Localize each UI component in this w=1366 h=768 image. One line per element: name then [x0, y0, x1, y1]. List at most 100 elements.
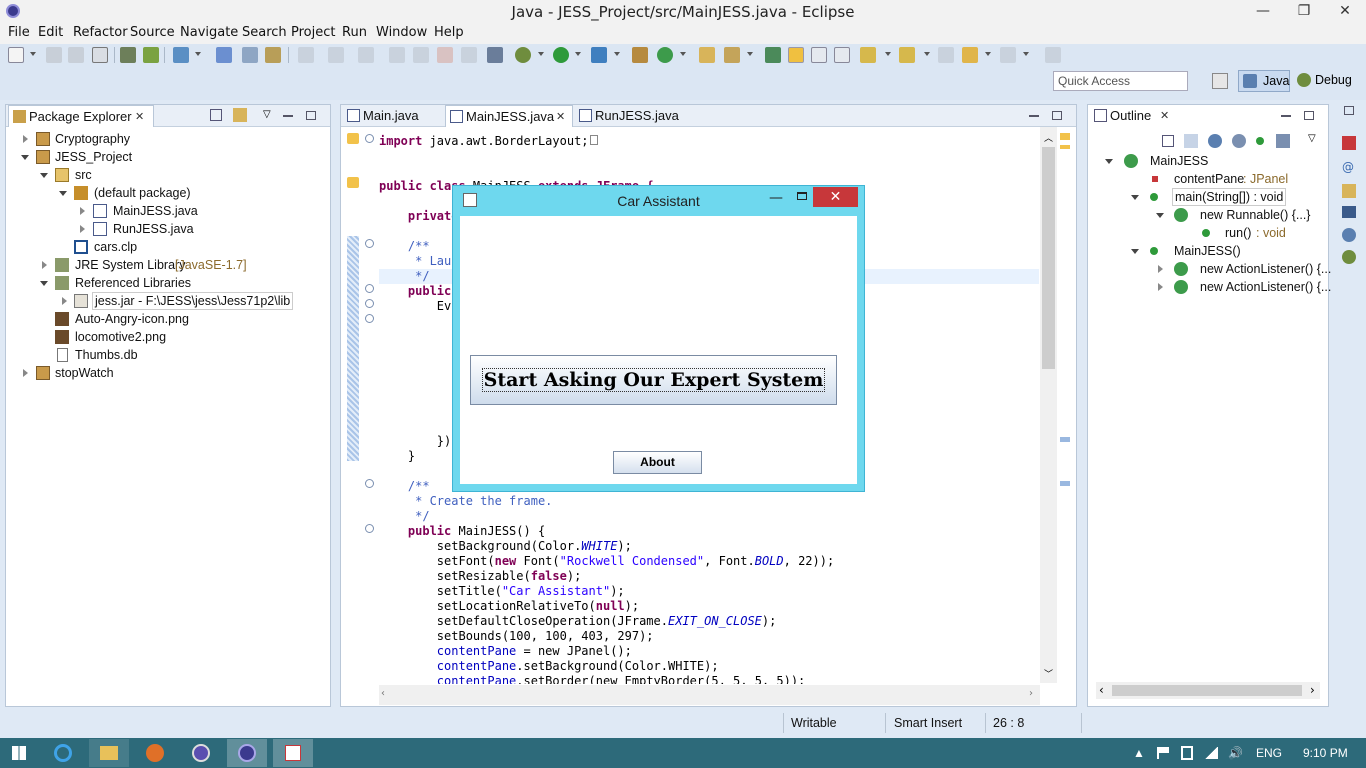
expand-icon[interactable]	[23, 369, 28, 377]
run-dropdown-icon[interactable]	[575, 52, 581, 56]
tab-runjess-java[interactable]: RunJESS.java	[575, 105, 685, 127]
taskbar-firefox[interactable]	[135, 739, 175, 767]
menu-run[interactable]: Run	[342, 25, 367, 40]
scrollbar-thumb[interactable]	[1042, 147, 1055, 369]
skip-breakpoints-icon[interactable]	[487, 47, 503, 63]
view-menu-icon[interactable]: ▽	[1308, 133, 1316, 144]
dialog-minimize-button[interactable]: —	[769, 190, 783, 206]
start-asking-button[interactable]: Start Asking Our Expert System	[470, 355, 837, 405]
collapse-all-icon[interactable]	[1162, 135, 1174, 147]
build-icon[interactable]	[143, 47, 159, 63]
step-icon[interactable]	[461, 47, 477, 63]
search-tool-icon[interactable]	[724, 47, 740, 63]
next-edit-icon[interactable]	[860, 47, 876, 63]
tree-item-src[interactable]: src	[6, 166, 326, 184]
expand-icon[interactable]	[1158, 283, 1163, 291]
declaration-view-icon[interactable]	[1342, 184, 1356, 198]
last-edit-icon[interactable]	[938, 47, 954, 63]
console-view-icon[interactable]	[1342, 206, 1356, 218]
volume-icon[interactable]: 🔊	[1228, 746, 1243, 760]
tree-item-jre-system-library[interactable]: JRE System Library [JavaSE-1.7]	[6, 256, 326, 274]
new-java-project-icon[interactable]	[632, 47, 648, 63]
import-icon[interactable]	[120, 47, 136, 63]
sort-icon[interactable]	[1184, 134, 1198, 148]
tab-package-explorer[interactable]: Package Explorer ✕	[8, 105, 154, 127]
resume-icon[interactable]	[389, 47, 405, 63]
outline-horizontal-scrollbar[interactable]: ‹ ›	[1096, 682, 1320, 699]
collapse-fold-icon[interactable]	[365, 239, 374, 248]
tree-item-locomotive2[interactable]: locomotive2.png	[6, 328, 326, 346]
collapse-icon[interactable]	[21, 155, 29, 160]
quick-access-field[interactable]: Quick Access	[1053, 71, 1188, 91]
window-minimize-button[interactable]: —	[1248, 0, 1278, 22]
scroll-down-arrow-icon[interactable]: ﹀	[1044, 667, 1053, 680]
collapse-icon[interactable]	[1131, 195, 1139, 200]
link-editor-icon[interactable]	[233, 108, 247, 122]
collapse-fold-icon[interactable]	[365, 284, 374, 293]
outline-item-action-listener-1[interactable]: new ActionListener() {...	[1088, 260, 1331, 278]
editor-vertical-scrollbar[interactable]: ︿ ﹀	[1040, 127, 1057, 683]
folded-block-icon[interactable]	[589, 135, 598, 145]
taskbar-java[interactable]	[273, 739, 313, 767]
forward-icon[interactable]	[358, 47, 374, 63]
language-indicator[interactable]: ENG	[1256, 746, 1282, 760]
block-selection-icon[interactable]	[811, 47, 827, 63]
hierarchy-view-icon[interactable]	[1342, 228, 1356, 242]
scroll-left-arrow-icon[interactable]: ‹	[1099, 683, 1104, 697]
collapse-icon[interactable]	[59, 191, 67, 196]
outline-item-mainjess-constructor[interactable]: MainJESS()	[1088, 242, 1326, 260]
expand-icon[interactable]	[42, 261, 47, 269]
external-tools-icon[interactable]	[591, 47, 607, 63]
tree-item-jess-jar[interactable]: jess.jar - F:\JESS\jess\Jess71p2\lib	[6, 292, 326, 310]
search-icon[interactable]	[242, 47, 258, 63]
collapse-fold-icon[interactable]	[365, 524, 374, 533]
tree-item-referenced-libraries[interactable]: Referenced Libraries	[6, 274, 326, 292]
print-icon[interactable]	[92, 47, 108, 63]
minimize-view-icon[interactable]	[1029, 115, 1039, 117]
menu-refactor[interactable]: Refactor	[73, 25, 128, 40]
search-tool-dropdown-icon[interactable]	[747, 52, 753, 56]
collapse-fold-icon[interactable]	[365, 479, 374, 488]
menu-navigate[interactable]: Navigate	[180, 25, 238, 40]
hide-static-icon[interactable]	[1232, 134, 1246, 148]
about-button[interactable]: About	[613, 451, 702, 474]
forward-nav-icon[interactable]	[1000, 47, 1016, 63]
minimize-view-icon[interactable]	[283, 115, 293, 117]
collapse-icon[interactable]	[1131, 249, 1139, 254]
expand-icon[interactable]	[62, 297, 67, 305]
debug-icon[interactable]	[515, 47, 531, 63]
prev-edit-icon[interactable]	[899, 47, 915, 63]
open-task-icon[interactable]	[265, 47, 281, 63]
close-icon[interactable]: ✕	[1160, 105, 1169, 127]
menu-project[interactable]: Project	[291, 25, 335, 40]
java-perspective-button[interactable]: Java	[1238, 70, 1290, 92]
pin-editor-icon[interactable]	[1045, 47, 1061, 63]
editor-horizontal-scrollbar[interactable]: ‹ ›	[379, 685, 1040, 705]
collapse-icon[interactable]	[40, 281, 48, 286]
forward-nav-dropdown-icon[interactable]	[1023, 52, 1029, 56]
outline-item-contentpane[interactable]: contentPane : JPanel	[1088, 170, 1326, 188]
debug-view-icon[interactable]	[1342, 250, 1356, 264]
network-icon[interactable]	[1204, 747, 1218, 759]
collapse-fold-icon[interactable]	[365, 314, 374, 323]
menu-edit[interactable]: Edit	[38, 25, 63, 40]
hide-fields-icon[interactable]	[1208, 134, 1222, 148]
taskbar-app[interactable]	[181, 739, 221, 767]
dialog-close-button[interactable]: ✕	[813, 187, 858, 207]
debug-dropdown-icon[interactable]	[538, 52, 544, 56]
outline-item-main-method[interactable]: main(String[]) : void	[1088, 188, 1326, 206]
maximize-view-icon[interactable]	[1304, 111, 1314, 120]
external-tools-dropdown-icon[interactable]	[614, 52, 620, 56]
device-icon[interactable]	[1181, 746, 1193, 760]
hide-nonpublic-icon[interactable]	[1256, 137, 1264, 145]
open-perspective-icon[interactable]	[1212, 73, 1228, 89]
new-class-icon[interactable]	[657, 47, 673, 63]
taskbar-eclipse[interactable]	[227, 739, 267, 767]
outline-item-new-runnable[interactable]: new Runnable() {...}	[1088, 206, 1326, 224]
scroll-right-arrow-icon[interactable]: ›	[1310, 683, 1315, 697]
mark-occurrences-icon[interactable]	[788, 47, 804, 63]
scroll-left-arrow-icon[interactable]: ‹	[381, 688, 385, 699]
tree-item-cryptography[interactable]: Cryptography	[6, 130, 326, 148]
scroll-right-arrow-icon[interactable]: ›	[1029, 688, 1033, 699]
collapse-icon[interactable]	[1105, 159, 1113, 164]
